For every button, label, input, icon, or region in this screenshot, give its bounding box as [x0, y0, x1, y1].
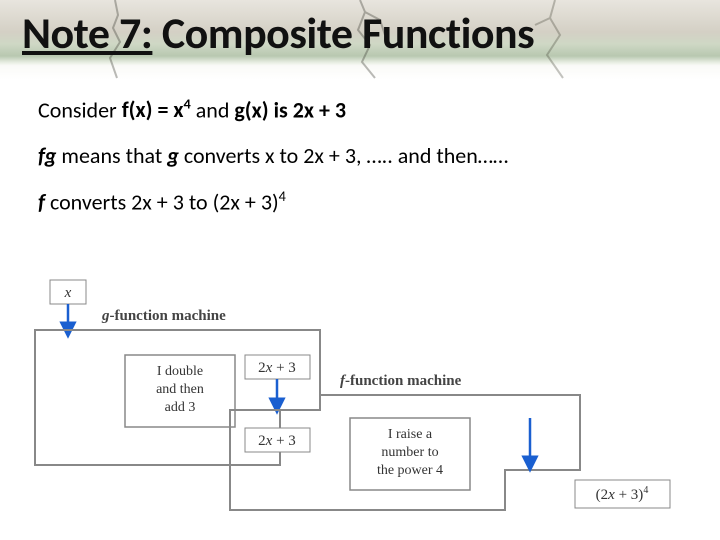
f-machine-label: f-function machine — [340, 373, 462, 389]
svg-text:add 3: add 3 — [165, 400, 196, 415]
f-convert-line: f converts 2x + 3 to (2x + 3)4 — [38, 187, 688, 217]
svg-text:the power 4: the power 4 — [377, 463, 443, 478]
svg-text:and then: and then — [156, 382, 204, 397]
input-x-label: x — [64, 285, 72, 301]
mid-input-bottom: 2x + 3 — [258, 433, 296, 449]
function-machine-diagram: x g-function machine I double and then a… — [20, 270, 700, 530]
title-underlined: Note 7: — [22, 6, 152, 60]
svg-text:number to: number to — [381, 445, 438, 460]
slide-title: Note 7: Composite Functions — [22, 6, 534, 60]
slide-body: Consider f(x) = x4 and g(x) is 2x + 3 fg… — [38, 95, 688, 233]
consider-line: Consider f(x) = x4 and g(x) is 2x + 3 — [38, 95, 688, 125]
fg-explain-line: fg means that g converts x to 2x + 3, ….… — [38, 141, 688, 171]
mid-output-top: 2x + 3 — [258, 360, 296, 376]
svg-text:I double: I double — [157, 364, 203, 379]
final-output: (2x + 3)4 — [596, 485, 649, 503]
g-machine-label: g-function machine — [101, 308, 226, 324]
title-rest: Composite Functions — [152, 6, 534, 60]
svg-text:I raise a: I raise a — [388, 427, 433, 442]
